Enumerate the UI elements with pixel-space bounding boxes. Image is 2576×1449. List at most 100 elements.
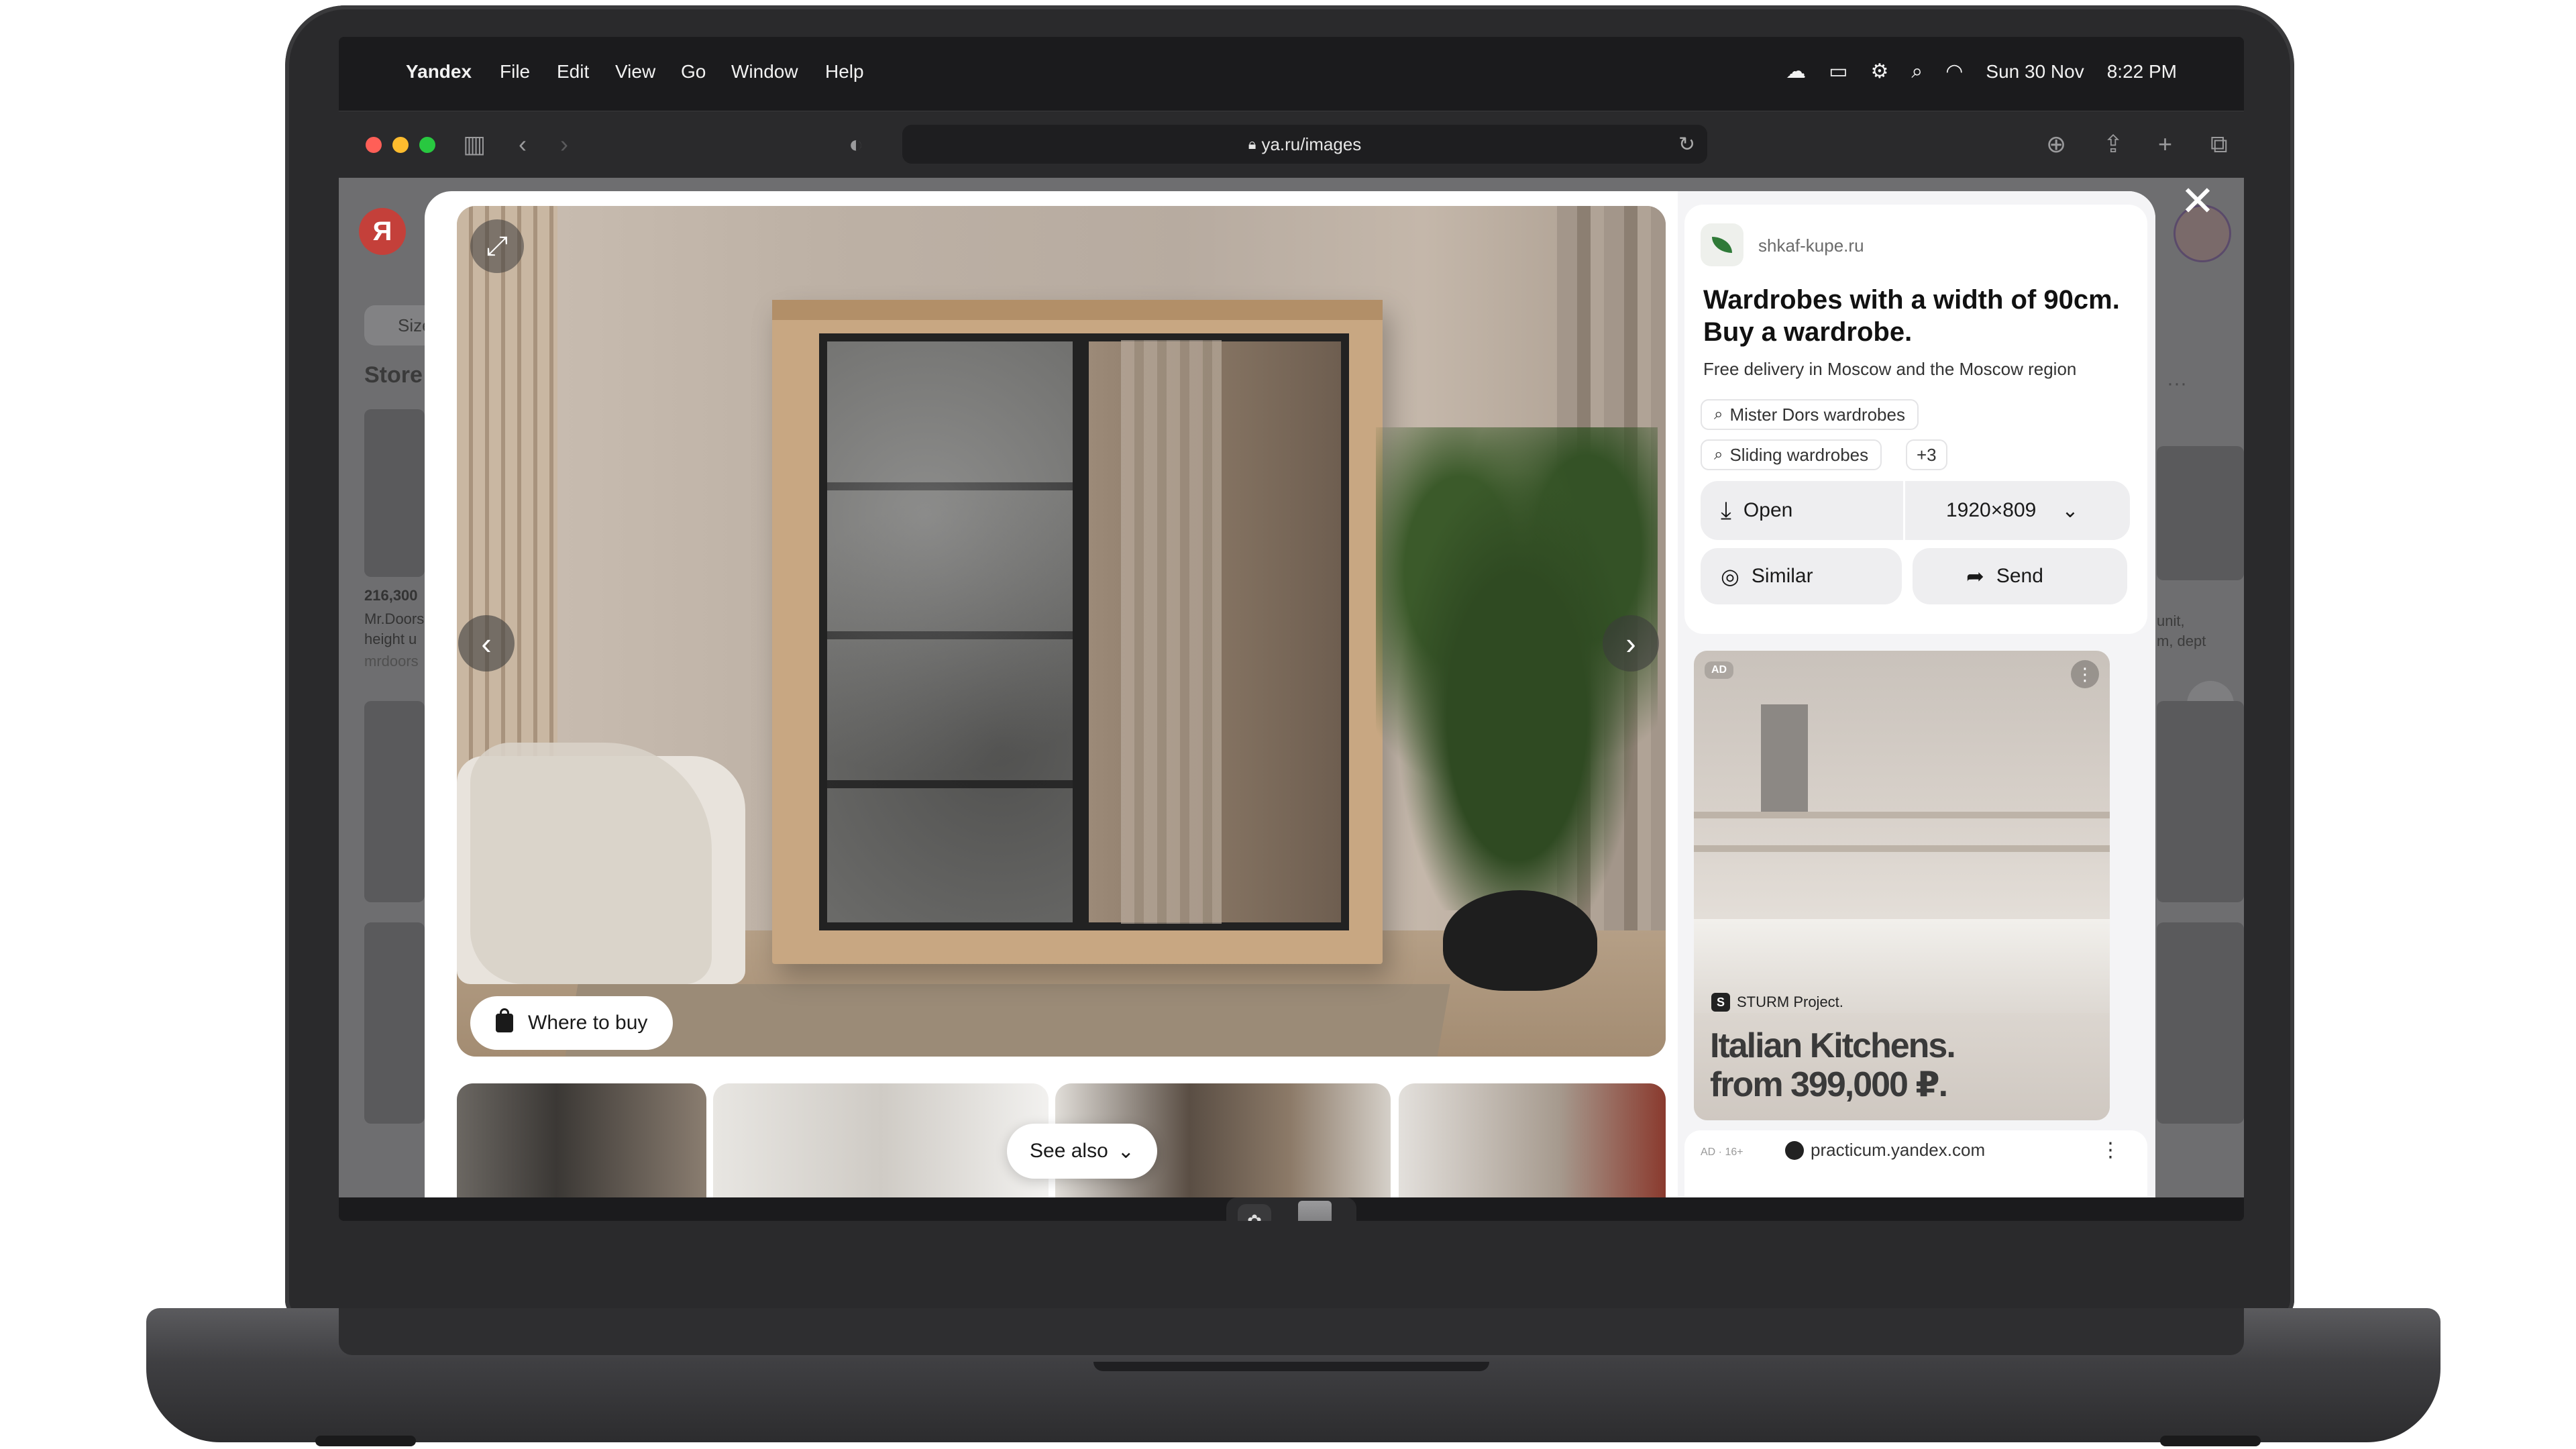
- back-icon[interactable]: ‹: [519, 130, 527, 158]
- more-options-icon[interactable]: ···: [2167, 372, 2187, 395]
- search-icon: ⌕: [1714, 405, 1723, 423]
- expand-icon[interactable]: ⤢: [470, 219, 524, 273]
- download-icon: ⤓: [1721, 496, 1731, 524]
- related-thumbnail[interactable]: [1399, 1083, 1666, 1197]
- result-thumbnail[interactable]: [2157, 446, 2244, 580]
- site-favicon: [1701, 223, 1743, 266]
- send-label: Send: [1996, 565, 2043, 587]
- where-to-buy-button[interactable]: Where to buy: [470, 996, 674, 1050]
- split-divider: [1903, 481, 1905, 540]
- menu-help[interactable]: Help: [825, 61, 864, 83]
- send-button[interactable]: ➦ Send: [1913, 548, 2127, 604]
- tab-overview-icon[interactable]: ⧉: [2210, 130, 2228, 159]
- next-image-button[interactable]: ›: [1603, 615, 1659, 672]
- status-time[interactable]: 8:22 PM: [2107, 61, 2177, 83]
- sidebar-toggle-icon[interactable]: ▥: [463, 130, 486, 158]
- status-area: ☁ ▭ ⚙ ⌕ ◠ Sun 30 Nov 8:22 PM: [1786, 60, 2177, 83]
- menu-view[interactable]: View: [615, 61, 655, 83]
- address-bar[interactable]: 🔒︎ ya.ru/images ↻: [902, 125, 1707, 164]
- yandex-logo[interactable]: Я: [359, 208, 406, 255]
- status-date[interactable]: Sun 30 Nov: [1986, 61, 2084, 83]
- downloads-icon[interactable]: ⊕: [2046, 130, 2066, 158]
- result-thumbnail[interactable]: [2157, 922, 2244, 1124]
- source-domain-link[interactable]: shkaf-kupe.ru: [1758, 235, 1864, 256]
- ad-age-label: AD · 16+: [1701, 1146, 1743, 1158]
- close-window-button[interactable]: [366, 137, 382, 153]
- menu-go[interactable]: Go: [681, 61, 706, 83]
- share-icon[interactable]: ⇪: [2103, 130, 2123, 158]
- result-thumbnail[interactable]: [2157, 701, 2244, 902]
- image-wardrobe-top: [772, 300, 1383, 320]
- result-domain: mrdoors: [364, 653, 419, 669]
- battery-icon[interactable]: ▭: [1829, 60, 1847, 83]
- ad-footer-more-icon[interactable]: ⋮: [2100, 1138, 2121, 1162]
- size-select[interactable]: 1920×809 ⌄: [1906, 482, 2127, 539]
- tag-label: Mister Dors wardrobes: [1729, 404, 1905, 425]
- practicum-logo-icon: [1785, 1140, 1804, 1160]
- maximize-window-button[interactable]: [419, 137, 435, 153]
- image-mirror-reflection: [1121, 340, 1222, 924]
- ad-footer[interactable]: AD · 16+ practicum.yandex.com ⋮: [1684, 1130, 2147, 1197]
- trackpad-notch: [1093, 1362, 1489, 1371]
- reload-icon[interactable]: ↻: [1678, 133, 1695, 156]
- tag-chip[interactable]: ⌕ Mister Dors wardrobes: [1701, 399, 1919, 430]
- wifi-icon[interactable]: ◠: [1945, 60, 1963, 83]
- camera-icon: ◎: [1721, 564, 1739, 588]
- section-title: Store: [364, 362, 423, 388]
- new-tab-icon[interactable]: +: [2158, 130, 2172, 158]
- screen: Yandex File Edit View Go Window Help ☁ ▭…: [339, 37, 2244, 1221]
- related-thumbnail[interactable]: [457, 1083, 706, 1197]
- control-center-icon[interactable]: ⚙: [1870, 60, 1888, 83]
- open-label: Open: [1743, 499, 1793, 521]
- close-viewer-icon[interactable]: ✕: [2180, 181, 2215, 223]
- menu-edit[interactable]: Edit: [557, 61, 589, 83]
- ad-more-icon[interactable]: ⋮: [2071, 660, 2099, 688]
- menu-bar: Yandex File Edit View Go Window Help ☁ ▭…: [339, 37, 2244, 111]
- tag-label: Sliding wardrobes: [1729, 444, 1869, 465]
- app-icon[interactable]: ✿: [1238, 1204, 1271, 1221]
- result-thumbnail[interactable]: [364, 922, 425, 1124]
- ad-image-hood: [1761, 704, 1808, 812]
- menu-window[interactable]: Window: [731, 61, 798, 83]
- related-thumbnail[interactable]: [713, 1083, 1049, 1197]
- ad-footer-domain: practicum.yandex.com: [1811, 1140, 1986, 1160]
- open-button[interactable]: ⤓ Open: [1701, 482, 1902, 539]
- image-blanket: [470, 743, 712, 984]
- result-text-line2: m, dept: [2157, 633, 2206, 649]
- tag-chip[interactable]: ⌕ Sliding wardrobes: [1701, 439, 1882, 470]
- image-viewer-modal: ⤢ ‹ › Where to buy See also ⌄ shkaf-kupe…: [425, 191, 2155, 1197]
- see-also-button[interactable]: See also ⌄: [1007, 1124, 1157, 1179]
- search-icon: ⌕: [1714, 445, 1723, 464]
- forward-icon[interactable]: ›: [560, 130, 568, 158]
- result-text: unit,: [2157, 612, 2185, 629]
- more-tags-chip[interactable]: +3: [1906, 439, 1947, 470]
- similar-label: Similar: [1751, 565, 1813, 587]
- minimize-window-button[interactable]: [392, 137, 409, 153]
- cloud-icon[interactable]: ☁: [1786, 60, 1806, 83]
- ad-headline: Italian Kitchens. from 399,000 ₽.: [1710, 1026, 2099, 1104]
- where-to-buy-label: Where to buy: [528, 1012, 648, 1034]
- trash-icon[interactable]: [1298, 1201, 1332, 1221]
- app-name-menu[interactable]: Yandex: [406, 61, 472, 83]
- ad-badge: AD: [1705, 661, 1734, 679]
- ad-headline-line2: from 399,000 ₽.: [1710, 1065, 1948, 1104]
- laptop-foot: [315, 1436, 416, 1446]
- lock-icon: 🔒︎: [1248, 136, 1256, 152]
- previous-image-button[interactable]: ‹: [458, 615, 515, 672]
- details-panel: shkaf-kupe.ru Wardrobes with a width of …: [1678, 191, 2155, 1197]
- image-title-link[interactable]: Wardrobes with a width of 90cm. Buy a wa…: [1703, 284, 2133, 348]
- result-thumbnail[interactable]: [364, 701, 425, 902]
- similar-button[interactable]: ◎ Similar: [1701, 548, 1902, 604]
- result-price: 216,300: [364, 587, 418, 604]
- search-icon[interactable]: ⌕: [1911, 60, 1923, 83]
- main-image[interactable]: ⤢ ‹ › Where to buy: [457, 206, 1666, 1057]
- chevron-down-icon: ⌄: [1117, 1140, 1134, 1163]
- ad-image-shelves: [1694, 812, 2110, 879]
- result-title: Mr.Doors: [364, 610, 425, 627]
- image-rug: [564, 984, 1450, 1057]
- privacy-shield-icon[interactable]: ◐: [849, 130, 863, 158]
- result-thumbnail[interactable]: [364, 409, 425, 577]
- ad-headline-line1: Italian Kitchens.: [1710, 1026, 1956, 1065]
- menu-file[interactable]: File: [500, 61, 530, 83]
- ad-banner[interactable]: AD ⋮ S STURM Project. Italian Kitchens. …: [1694, 651, 2110, 1120]
